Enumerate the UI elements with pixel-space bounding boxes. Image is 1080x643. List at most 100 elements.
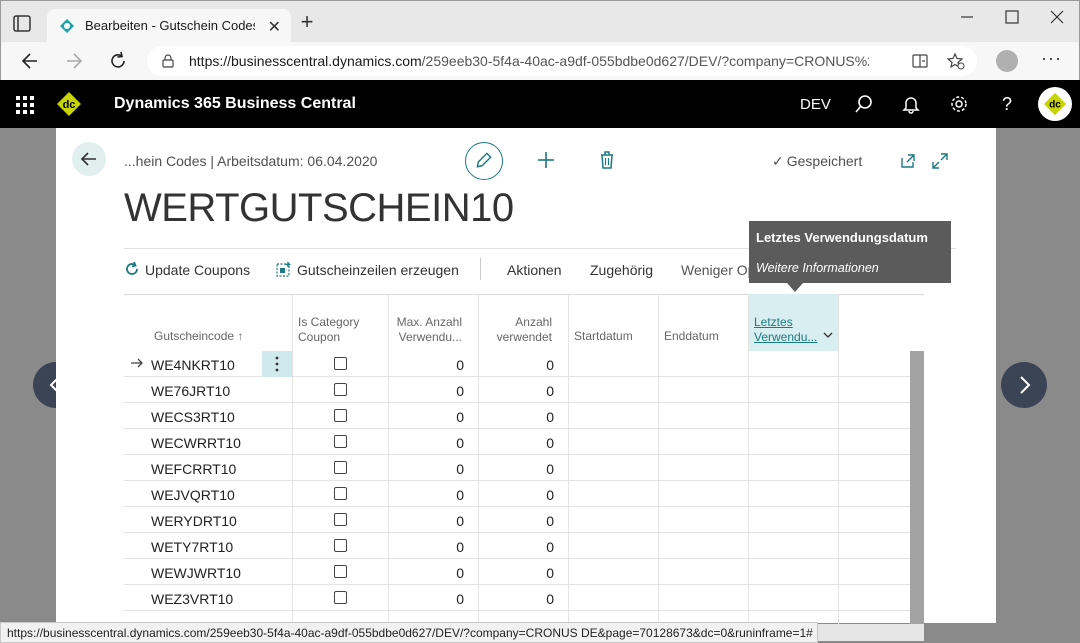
- table-row[interactable]: WETY7RT10 0 0: [124, 533, 910, 559]
- notifications-bell-icon[interactable]: [901, 94, 921, 114]
- used-count-cell[interactable]: 0: [474, 565, 554, 581]
- next-record-button[interactable]: [1001, 362, 1047, 408]
- max-usage-cell[interactable]: 0: [384, 539, 464, 555]
- fewer-options-button[interactable]: Weniger Optionen: [681, 262, 753, 278]
- url-input[interactable]: https://businesscentral.dynamics.com/259…: [147, 46, 977, 76]
- table-row[interactable]: WE76JRT10 0 0: [124, 377, 910, 403]
- used-count-cell[interactable]: 0: [474, 357, 554, 373]
- coupon-code-cell[interactable]: WE4NKRT10: [151, 357, 235, 373]
- coupon-code-cell[interactable]: WERYDRT10: [151, 513, 237, 529]
- max-usage-cell[interactable]: 0: [384, 591, 464, 607]
- forward-arrow-icon[interactable]: [63, 50, 85, 72]
- max-usage-cell[interactable]: 0: [384, 487, 464, 503]
- used-count-cell[interactable]: 0: [474, 591, 554, 607]
- url-path: /259eeb30-5f4a-40ac-a9df-055bdbe0d627/DE…: [421, 53, 869, 69]
- used-count-cell[interactable]: 0: [474, 461, 554, 477]
- is-category-checkbox[interactable]: [334, 591, 347, 604]
- is-category-checkbox[interactable]: [334, 383, 347, 396]
- max-usage-cell[interactable]: 0: [384, 383, 464, 399]
- max-usage-cell[interactable]: 0: [384, 513, 464, 529]
- is-category-checkbox[interactable]: [334, 565, 347, 578]
- used-count-cell[interactable]: 0: [474, 435, 554, 451]
- edit-button[interactable]: [465, 142, 503, 180]
- table-row[interactable]: WERYDRT10 0 0: [124, 507, 910, 533]
- coupon-code-cell[interactable]: WETY7RT10: [151, 539, 233, 555]
- tab-actions-icon[interactable]: [11, 13, 33, 35]
- back-arrow-icon: [80, 152, 96, 166]
- is-category-checkbox[interactable]: [334, 409, 347, 422]
- dynamics-favicon-icon: [60, 19, 74, 33]
- table-row[interactable]: WECWRRT10 0 0: [124, 429, 910, 455]
- update-coupons-button[interactable]: Update Coupons: [145, 262, 250, 278]
- is-category-checkbox[interactable]: [334, 487, 347, 500]
- max-usage-cell[interactable]: 0: [384, 409, 464, 425]
- table-row[interactable]: WEWJWRT10 0 0: [124, 559, 910, 585]
- window-close-icon[interactable]: [1047, 7, 1067, 27]
- back-arrow-icon[interactable]: [19, 50, 41, 72]
- row-actions-kebab-icon[interactable]: [262, 351, 292, 377]
- coupon-code-cell[interactable]: WE76JRT10: [151, 383, 230, 399]
- coupon-code-cell[interactable]: WEWJWRT10: [151, 565, 241, 581]
- sort-ascending-icon: ↑: [237, 329, 244, 343]
- search-icon[interactable]: [854, 94, 874, 114]
- max-usage-cell[interactable]: 0: [384, 461, 464, 477]
- used-count-cell[interactable]: 0: [474, 383, 554, 399]
- is-category-checkbox[interactable]: [334, 461, 347, 474]
- url-host: https://businesscentral.dynamics.com: [189, 53, 422, 69]
- more-menu-icon[interactable]: ···: [1041, 48, 1062, 69]
- related-menu[interactable]: Zugehörig: [590, 262, 653, 278]
- browser-tab[interactable]: Bearbeiten - Gutschein Codes - \ ✕: [47, 9, 291, 43]
- table-row[interactable]: WE4NKRT10 0 0: [124, 351, 910, 377]
- used-count-cell[interactable]: 0: [474, 409, 554, 425]
- settings-gear-icon[interactable]: [949, 94, 969, 114]
- coupon-code-cell[interactable]: WEFCRRT10: [151, 461, 236, 477]
- environment-label: DEV: [800, 96, 831, 113]
- is-category-checkbox[interactable]: [334, 357, 347, 370]
- expand-icon[interactable]: [931, 152, 949, 170]
- refresh-icon[interactable]: [107, 50, 129, 72]
- used-count-cell[interactable]: 0: [474, 487, 554, 503]
- tooltip-more-info-link[interactable]: Weitere Informationen: [756, 261, 879, 275]
- actions-menu[interactable]: Aktionen: [507, 262, 561, 278]
- profile-avatar[interactable]: [996, 50, 1018, 72]
- back-button[interactable]: [72, 142, 106, 176]
- maximize-icon[interactable]: [1002, 7, 1022, 27]
- used-count-cell[interactable]: 0: [474, 513, 554, 529]
- table-row[interactable]: WEJVQRT10 0 0: [124, 481, 910, 507]
- horizontal-scrollbar[interactable]: [818, 624, 924, 641]
- user-avatar[interactable]: dc: [1038, 87, 1072, 121]
- column-menu-chevron-icon[interactable]: [823, 331, 833, 339]
- delete-trash-icon[interactable]: [598, 150, 616, 170]
- used-count-cell[interactable]: 0: [474, 539, 554, 555]
- is-category-checkbox[interactable]: [334, 513, 347, 526]
- minimize-icon[interactable]: [957, 7, 977, 27]
- help-icon[interactable]: ?: [997, 94, 1017, 114]
- is-category-checkbox[interactable]: [334, 435, 347, 448]
- coupon-code-cell[interactable]: WEZ3VRT10: [151, 591, 233, 607]
- tab-close-icon[interactable]: ✕: [268, 17, 281, 37]
- coupon-code-cell[interactable]: WEJVQRT10: [151, 487, 235, 503]
- app-launcher-icon[interactable]: [16, 96, 34, 114]
- favorites-add-icon[interactable]: [947, 52, 965, 70]
- new-tab-icon[interactable]: +: [297, 11, 317, 33]
- split-screen-icon[interactable]: [911, 52, 929, 70]
- open-new-window-icon[interactable]: [899, 152, 917, 170]
- is-category-checkbox[interactable]: [334, 539, 347, 552]
- app-name: Dynamics 365 Business Central: [114, 95, 356, 112]
- lock-icon[interactable]: [161, 54, 175, 68]
- table-row[interactable]: WEFCRRT10 0 0: [124, 455, 910, 481]
- saved-status: ✓ Gespeichert: [772, 153, 862, 170]
- coupon-code-cell[interactable]: WECS3RT10: [151, 409, 235, 425]
- max-usage-cell[interactable]: 0: [384, 435, 464, 451]
- table-row[interactable]: WECS3RT10 0 0: [124, 403, 910, 429]
- svg-text:?: ?: [1002, 94, 1012, 114]
- grid-scrollbar[interactable]: [910, 351, 924, 624]
- coupon-code-cell[interactable]: WECWRRT10: [151, 435, 241, 451]
- generate-coupon-lines-button[interactable]: Gutscheinzeilen erzeugen: [297, 262, 459, 278]
- tooltip-title: Letztes Verwendungsdatum: [756, 230, 928, 245]
- max-usage-cell[interactable]: 0: [384, 357, 464, 373]
- max-usage-cell[interactable]: 0: [384, 565, 464, 581]
- generate-lines-icon: [276, 262, 291, 277]
- table-row[interactable]: WEZ3VRT10 0 0: [124, 585, 910, 611]
- new-record-plus-icon[interactable]: [536, 150, 556, 170]
